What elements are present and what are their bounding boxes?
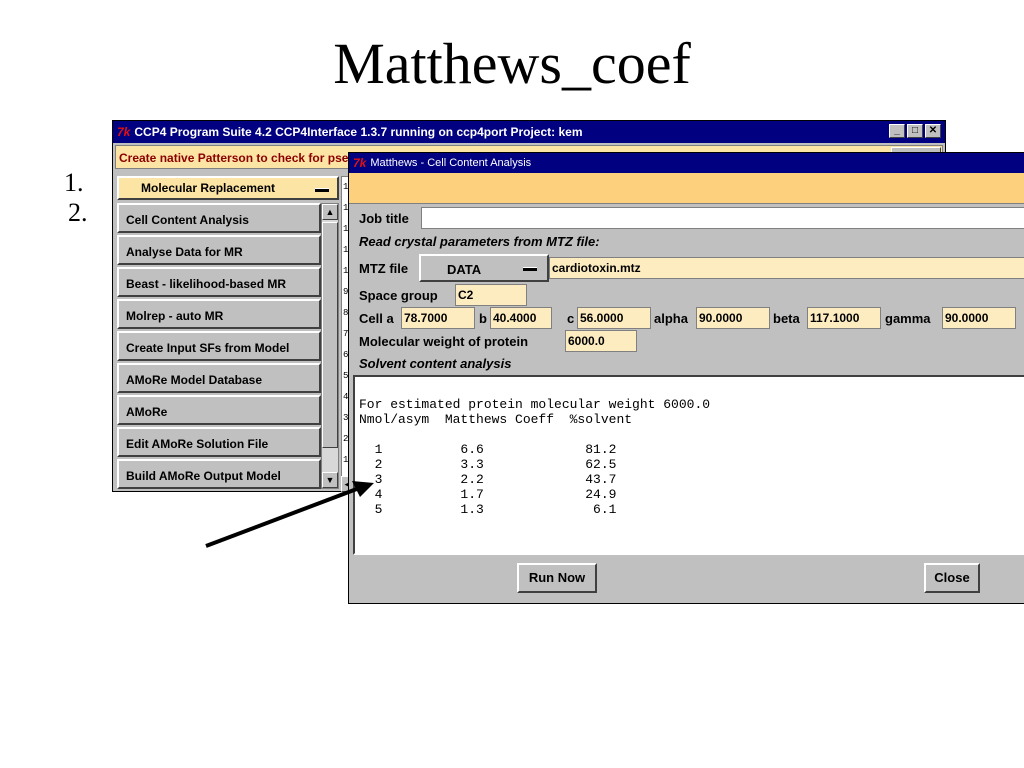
annotation-arrow (205, 481, 374, 548)
arrow-shaft (205, 485, 363, 548)
